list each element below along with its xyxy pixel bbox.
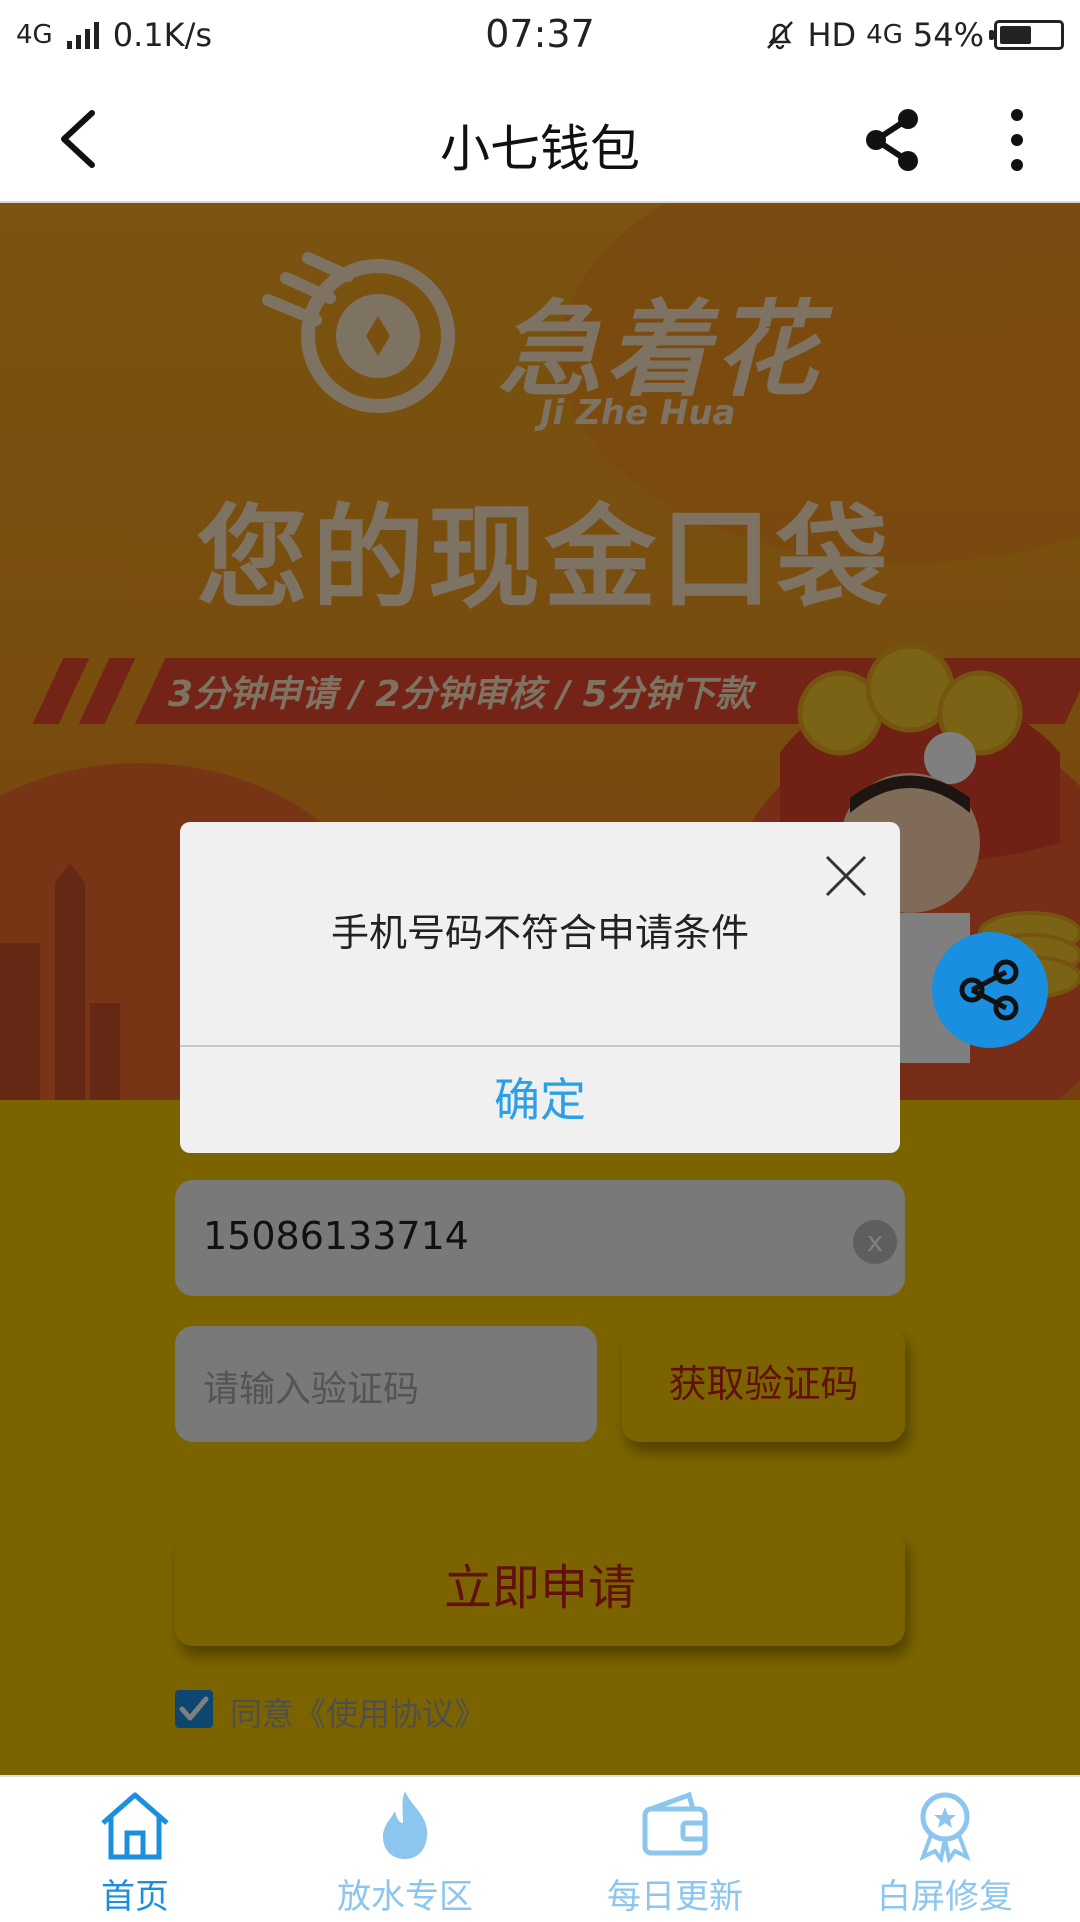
fire-icon <box>383 1791 428 1859</box>
nav-item-release-zone[interactable]: 放水专区 <box>270 1777 540 1922</box>
nav-item-daily-update[interactable]: 每日更新 <box>540 1777 810 1922</box>
share-icon <box>959 959 1019 1021</box>
home-icon <box>101 1792 169 1860</box>
nav-label: 放水专区 <box>337 1877 473 1917</box>
mute-icon <box>767 21 794 50</box>
nav-label: 每日更新 <box>607 1877 743 1917</box>
hd-indicator: HD <box>807 16 857 54</box>
share-icon[interactable] <box>860 105 924 175</box>
status-bar: 4G 0.1K/s 07:37 HD 4G 54% <box>0 0 1080 75</box>
status-right: HD 4G 54% <box>763 16 1064 54</box>
battery-percent: 54% <box>912 16 984 54</box>
network-type-2: 4G <box>866 20 903 50</box>
content-area: 急着花 Ji Zhe Hua 您的现金口袋 3分钟申请 / 2分钟审核 / 5分… <box>0 203 1080 1775</box>
nav-item-home[interactable]: 首页 <box>0 1777 270 1922</box>
close-icon[interactable] <box>824 854 868 898</box>
confirm-button[interactable]: 确定 <box>180 1047 900 1153</box>
nav-label: 首页 <box>101 1877 169 1917</box>
more-vertical-icon[interactable] <box>992 103 1042 177</box>
floating-share-button[interactable] <box>932 932 1048 1048</box>
badge-icon <box>919 1792 971 1863</box>
bottom-nav: 首页 放水专区 每日更新 白屏修复 <box>0 1775 1080 1920</box>
battery-icon <box>989 20 1064 50</box>
title-bar: 小七钱包 <box>0 75 1080 203</box>
wallet-icon <box>642 1791 708 1856</box>
dialog-message: 手机号码不符合申请条件 <box>330 911 749 955</box>
nav-label: 白屏修复 <box>877 1877 1013 1917</box>
battery-fill <box>1000 26 1031 44</box>
alert-dialog: 手机号码不符合申请条件 确定 <box>180 822 900 1153</box>
nav-item-white-screen-fix[interactable]: 白屏修复 <box>810 1777 1080 1922</box>
